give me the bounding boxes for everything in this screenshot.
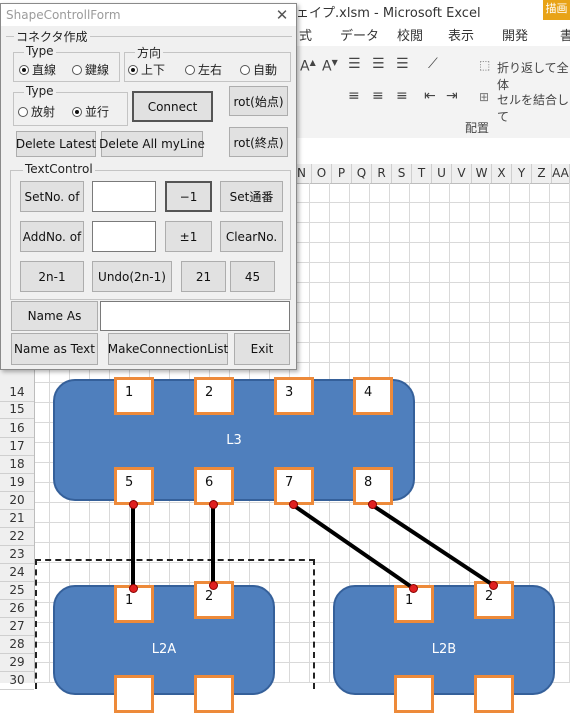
connector-handle[interactable] — [489, 581, 498, 590]
name-as-button[interactable]: Name As — [11, 301, 98, 331]
radio-horizontal[interactable]: 左右 — [185, 61, 222, 78]
connector-handle[interactable] — [368, 500, 377, 509]
direction-frame-caption: 方向 — [135, 44, 164, 61]
radio-radial[interactable]: 放射 — [18, 103, 55, 120]
set-no-input[interactable] — [92, 181, 156, 212]
rot-end-button[interactable]: rot(終点) — [229, 127, 288, 157]
make-connection-list-button[interactable]: MakeConnectionList — [108, 333, 228, 365]
set-sequence-button[interactable]: Set通番 — [220, 181, 283, 212]
radio-dot — [72, 65, 82, 75]
radio-straight[interactable]: 直線 — [19, 61, 56, 78]
radio-dot — [240, 65, 250, 75]
undo-button[interactable]: Undo(2n-1) — [92, 261, 172, 292]
radio-radial-label: 放射 — [31, 105, 56, 119]
connector-line[interactable] — [291, 503, 415, 590]
connector-handle[interactable] — [129, 500, 138, 509]
plus-minus-one-button[interactable]: ±1 — [165, 221, 212, 252]
connector-handle[interactable] — [409, 584, 418, 593]
connector-frame-caption: コネクタ作成 — [14, 28, 90, 45]
radio-dot — [185, 65, 195, 75]
radio-dot — [19, 65, 29, 75]
radio-parallel-label: 並行 — [85, 105, 110, 119]
rot-start-button[interactable]: rot(始点) — [229, 86, 288, 116]
radio-dot — [18, 107, 28, 117]
add-no-input[interactable] — [92, 221, 156, 252]
clear-no-button[interactable]: ClearNo. — [220, 221, 283, 252]
name-as-input[interactable] — [100, 301, 290, 331]
name-as-text-button[interactable]: Name as Text — [11, 333, 98, 365]
shape-control-form: ShapeControllForm ✕ コネクタ作成 Type 直線 鍵線 方向… — [0, 3, 297, 370]
button-21[interactable]: 21 — [181, 261, 226, 292]
radio-elbow-label: 鍵線 — [85, 63, 110, 77]
minus-one-button[interactable]: −1 — [165, 181, 212, 212]
radio-auto[interactable]: 自動 — [240, 61, 277, 78]
connect-button[interactable]: Connect — [132, 91, 213, 122]
delete-all-button[interactable]: Delete All myLine — [99, 131, 205, 157]
close-icon[interactable]: ✕ — [273, 6, 291, 24]
direction-frame: 方向 上下 左右 自動 — [124, 44, 291, 82]
type-frame-caption: Type — [24, 44, 56, 58]
type2-frame-caption: Type — [24, 84, 56, 98]
text-control-caption: TextControl — [23, 162, 95, 176]
radio-auto-label: 自動 — [253, 63, 278, 77]
type2-frame: Type 放射 並行 — [13, 84, 128, 126]
connector-handle[interactable] — [129, 584, 138, 593]
form-title-bar: ShapeControllForm ✕ — [1, 4, 296, 26]
add-no-button[interactable]: AddNo. of — [20, 221, 84, 252]
radio-horizontal-label: 左右 — [198, 63, 223, 77]
radio-dot — [72, 107, 82, 117]
delete-latest-button[interactable]: Delete Latest — [16, 131, 96, 157]
radio-elbow[interactable]: 鍵線 — [72, 61, 109, 78]
exit-button[interactable]: Exit — [234, 333, 290, 365]
connector-handle[interactable] — [209, 581, 218, 590]
form-title: ShapeControllForm — [6, 8, 121, 22]
radio-straight-label: 直線 — [32, 63, 57, 77]
button-45[interactable]: 45 — [230, 261, 275, 292]
radio-vertical-label: 上下 — [141, 63, 166, 77]
radio-dot — [128, 65, 138, 75]
radio-parallel[interactable]: 並行 — [72, 103, 109, 120]
connector-handle[interactable] — [289, 500, 298, 509]
set-no-button[interactable]: SetNo. of — [20, 181, 84, 212]
radio-vertical[interactable]: 上下 — [128, 61, 165, 78]
type-frame: Type 直線 鍵線 — [13, 44, 120, 82]
two-n-minus-1-button[interactable]: 2n-1 — [20, 261, 84, 292]
connector-handle[interactable] — [209, 500, 218, 509]
